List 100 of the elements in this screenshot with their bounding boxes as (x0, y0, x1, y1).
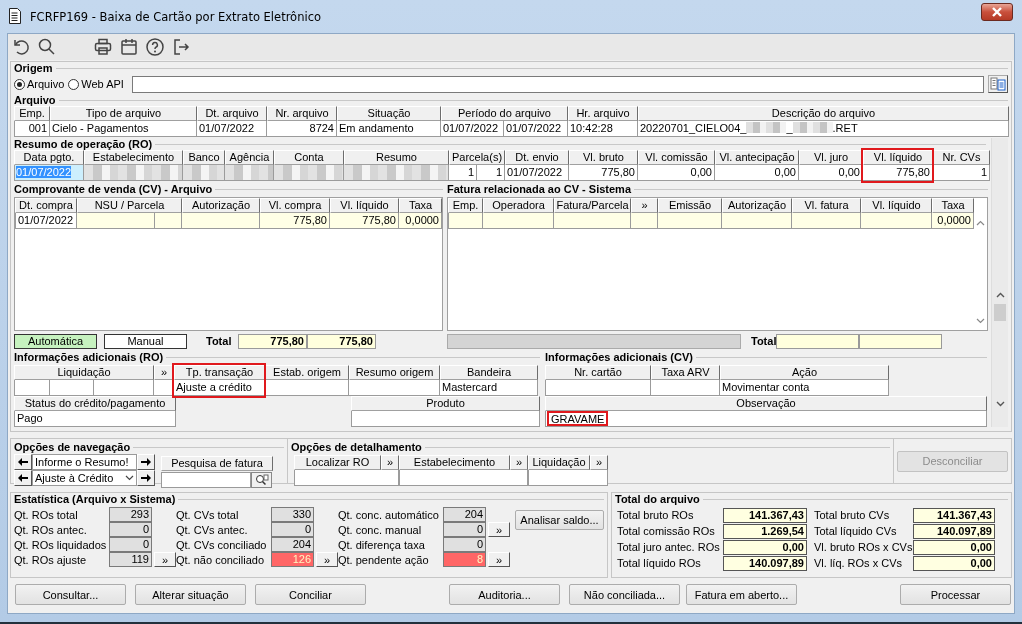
column-header[interactable]: Agência (225, 150, 274, 165)
expand-button[interactable]: » (510, 455, 528, 470)
column-header[interactable]: Resumo (344, 150, 449, 165)
action-button[interactable]: Auditoria... (449, 584, 560, 605)
action-button[interactable]: Consultar... (15, 584, 126, 605)
column-header[interactable]: » (631, 198, 658, 213)
close-icon (991, 6, 1003, 17)
column-header[interactable]: Nr. cartão (545, 365, 651, 380)
column-header[interactable]: Vl. comissão (638, 150, 715, 165)
table-cell: 0,00 (715, 165, 799, 181)
action-button[interactable]: Fatura em aberto... (686, 584, 797, 605)
scroll-thumb[interactable] (994, 304, 1006, 321)
search-icon[interactable] (37, 37, 57, 57)
column-header[interactable]: Dt. arquivo (197, 106, 267, 121)
column-header[interactable]: Pesquisa de fatura (161, 456, 273, 471)
table-cell: Em andamento (337, 121, 441, 137)
radio-button[interactable]: Web API (68, 78, 124, 90)
column-header[interactable]: Operadora (483, 198, 554, 213)
column-header[interactable]: NSU / Parcela (77, 198, 182, 213)
help-icon[interactable] (145, 37, 165, 57)
calendar-icon[interactable] (119, 37, 139, 57)
analisar-saldo-button[interactable]: Analisar saldo... (515, 510, 604, 530)
expand-button[interactable]: » (381, 455, 399, 470)
browse-button[interactable] (988, 75, 1008, 93)
column-header[interactable]: Liquidação (528, 455, 590, 470)
next-button[interactable] (137, 454, 155, 470)
radio-button[interactable]: Arquivo (14, 78, 65, 90)
column-header[interactable]: Observação (545, 396, 987, 411)
column-header[interactable]: Estab. origem (265, 365, 349, 380)
column-header[interactable]: Emissão (658, 198, 722, 213)
stat-value: 0 (109, 537, 152, 552)
column-header[interactable]: Situação (337, 106, 441, 121)
action-button[interactable]: Processar (900, 584, 1011, 605)
column-header[interactable]: Vl. juro (799, 150, 863, 165)
column-header[interactable]: Estabelecimento (84, 150, 183, 165)
column-header[interactable]: Período do arquivo (441, 106, 568, 121)
dropdown[interactable]: Ajuste à Crédito (32, 470, 137, 486)
text-field[interactable]: Informe o Resumo! (32, 454, 137, 470)
next-button[interactable] (137, 470, 155, 486)
action-button[interactable]: Não conciliada... (569, 584, 680, 605)
previous-button[interactable] (14, 470, 32, 486)
scroll-down-icon[interactable] (995, 401, 1005, 407)
column-header[interactable]: Vl. líquido (863, 150, 933, 165)
total-label: Total (206, 335, 233, 347)
column-header[interactable]: Vl. fatura (792, 198, 861, 213)
column-header[interactable]: Nr. CVs (933, 150, 990, 165)
expand-button[interactable]: » (316, 552, 338, 567)
column-header[interactable]: Hr. arquivo (568, 106, 638, 121)
column-header[interactable]: Vl. antecipação (715, 150, 799, 165)
column-header[interactable]: Descrição do arquivo (638, 106, 1009, 121)
column-header[interactable]: Autorização (182, 198, 260, 213)
column-header[interactable]: Bandeira (440, 365, 538, 380)
scroll-down-icon[interactable] (976, 318, 985, 324)
column-header[interactable]: Vl. bruto (569, 150, 638, 165)
action-button[interactable]: Conciliar (255, 584, 366, 605)
search-field[interactable] (161, 472, 251, 488)
table-cell (631, 213, 658, 229)
column-header[interactable]: Emp. (448, 198, 483, 213)
previous-button[interactable] (14, 454, 32, 470)
column-header[interactable]: Tipo de arquivo (50, 106, 197, 121)
column-header[interactable]: Localizar RO (294, 455, 381, 470)
exit-icon[interactable] (171, 37, 191, 57)
printer-icon[interactable] (93, 37, 113, 57)
undo-icon[interactable] (11, 37, 31, 57)
column-header[interactable]: Autorização (722, 198, 792, 213)
expand-button[interactable]: » (590, 455, 608, 470)
column-header[interactable]: Produto (351, 396, 540, 411)
column-header[interactable]: Dt. compra (15, 198, 77, 213)
column-header[interactable]: Liquidação (14, 365, 154, 380)
column-header[interactable]: Resumo origem (349, 365, 440, 380)
table-cell (94, 380, 154, 396)
column-header[interactable]: Taxa ARV (651, 365, 720, 380)
column-header[interactable]: Dt. envio (505, 150, 569, 165)
total-label: Total líquido CVs (813, 524, 898, 539)
close-button[interactable] (981, 2, 1013, 21)
search-button[interactable] (251, 472, 272, 488)
column-header[interactable]: Vl. líquido (861, 198, 932, 213)
column-header[interactable]: Data pgto. (14, 150, 84, 165)
column-header[interactable]: Status do crédito/pagamento (14, 396, 176, 411)
expand-button[interactable]: » (154, 552, 176, 567)
path-field[interactable] (131, 75, 984, 93)
column-header[interactable]: Ação (720, 365, 889, 380)
column-header[interactable]: Estabelecimento (399, 455, 510, 470)
column-header[interactable]: Taxa (932, 198, 974, 213)
column-header[interactable]: Vl. compra (260, 198, 330, 213)
scroll-up-icon[interactable] (976, 220, 985, 226)
column-header[interactable]: Fatura/Parcela (554, 198, 631, 213)
column-header[interactable]: Parcela(s) (449, 150, 505, 165)
column-header[interactable]: Tp. transação (174, 365, 265, 380)
column-header[interactable]: Taxa (399, 198, 442, 213)
stat-label: Qt. ROs total (14, 508, 79, 521)
column-header[interactable]: Nr. arquivo (267, 106, 337, 121)
column-header[interactable]: Vl. líquido (330, 198, 399, 213)
column-header[interactable]: Banco (183, 150, 225, 165)
action-button[interactable]: Alterar situação (135, 584, 246, 605)
column-header[interactable]: Conta (274, 150, 344, 165)
expand-button[interactable]: » (488, 552, 510, 567)
column-header[interactable]: Emp. (14, 106, 50, 121)
scroll-up-icon[interactable] (995, 292, 1005, 298)
expand-button[interactable]: » (488, 522, 510, 537)
